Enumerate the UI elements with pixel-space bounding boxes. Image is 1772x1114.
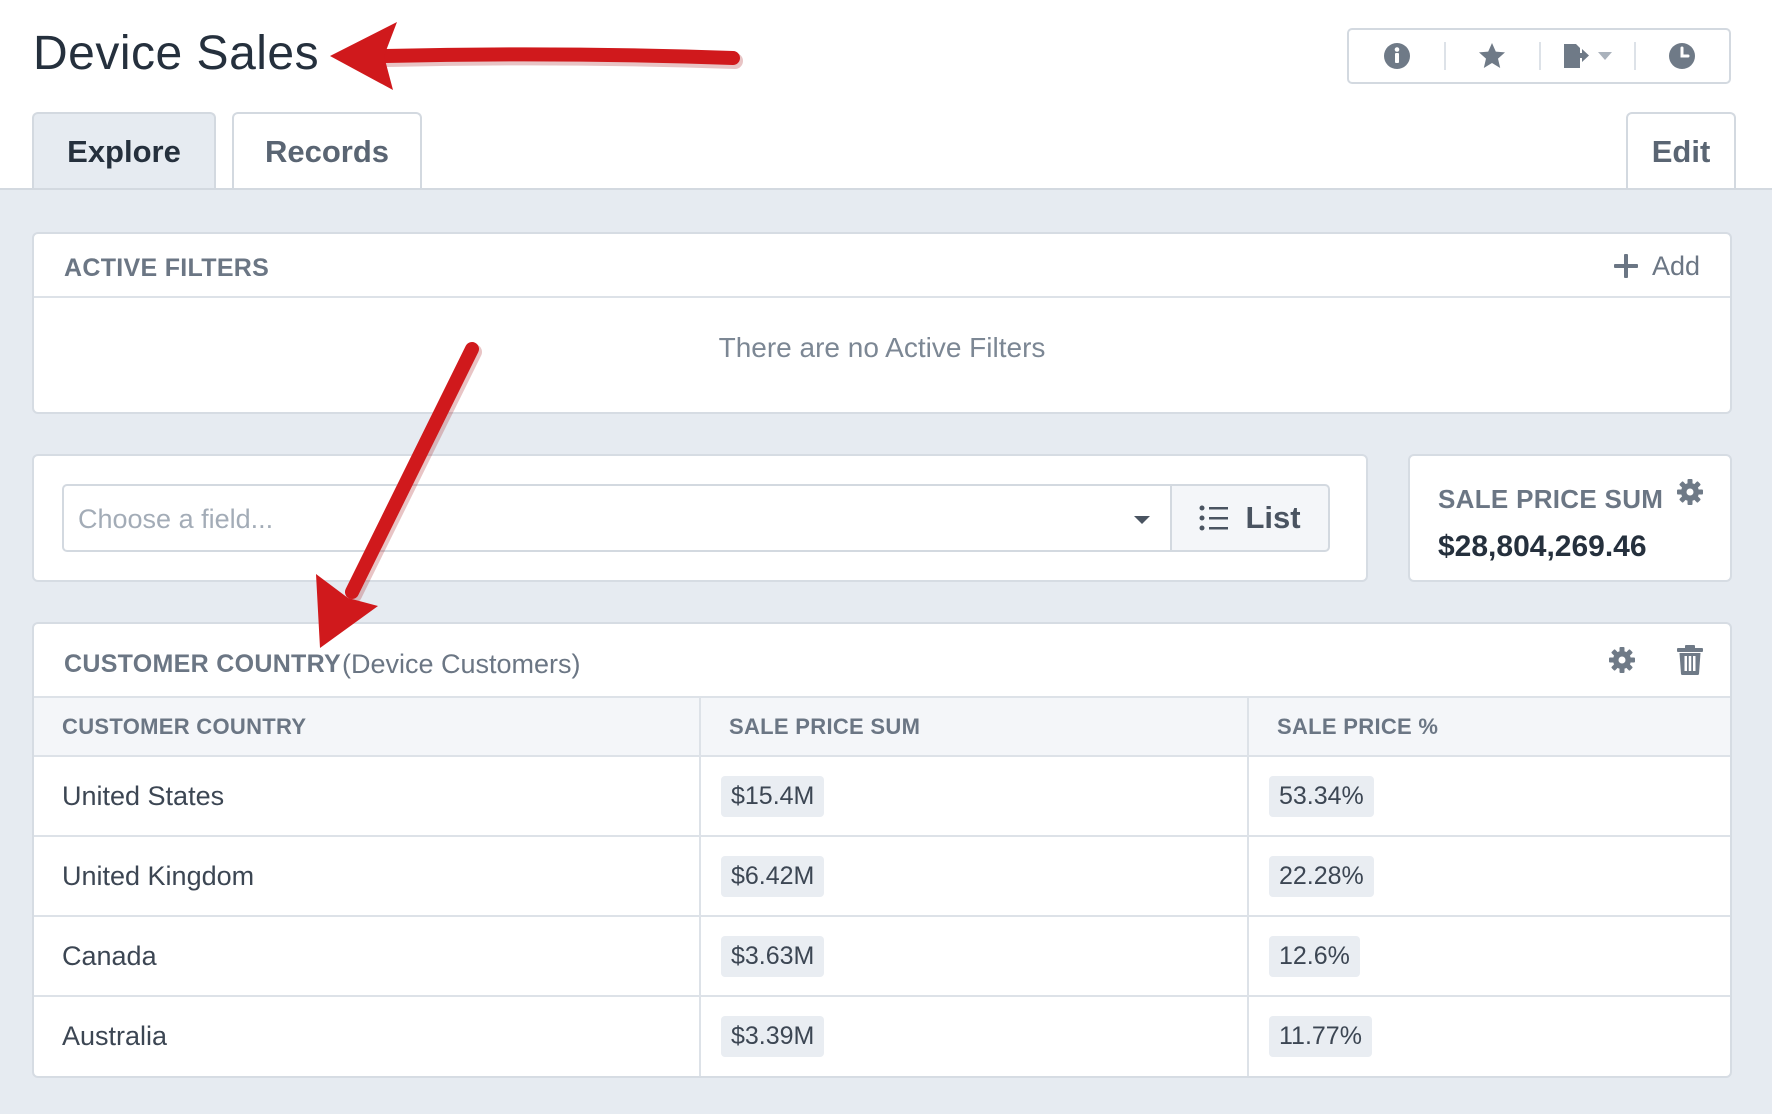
explore-content: ACTIVE FILTERS Add There are no Active F… (0, 188, 1772, 1114)
percent-chip: 22.28% (1269, 855, 1374, 897)
sum-cell: $3.39M (699, 996, 1248, 1076)
toolbar (1347, 28, 1731, 84)
table-row[interactable]: Australia $3.39M 11.77% (34, 996, 1730, 1076)
sum-chip: $3.63M (721, 935, 825, 977)
table-header-row: CUSTOMER COUNTRY SALE PRICE SUM SALE PRI… (34, 698, 1730, 757)
add-filter-button[interactable]: Add (1612, 248, 1700, 284)
sum-cell: $3.63M (699, 916, 1248, 997)
sum-chip: $3.39M (721, 1016, 825, 1057)
plus-icon (1613, 254, 1638, 278)
sale-price-sum-label: SALE PRICE SUM (1438, 484, 1664, 514)
trash-icon[interactable] (1676, 644, 1704, 676)
sum-chip: $6.42M (721, 855, 825, 897)
customer-country-subheading: (Device Customers) (342, 649, 581, 679)
percent-chip: 11.77% (1269, 1016, 1372, 1057)
percent-cell: 53.34% (1247, 756, 1730, 837)
caret-down-icon (1134, 516, 1150, 524)
gear-icon[interactable] (1608, 646, 1636, 674)
page-title: Device Sales (33, 27, 320, 80)
table-row[interactable]: Canada $3.63M 12.6% (34, 916, 1730, 997)
country-cell: United Kingdom (34, 836, 700, 917)
percent-chip: 12.6% (1269, 935, 1360, 977)
percent-chip: 53.34% (1269, 775, 1374, 817)
sum-cell: $6.42M (699, 836, 1248, 917)
list-view-label: List (1245, 500, 1301, 535)
info-circle-icon (1383, 43, 1410, 69)
chevron-down-icon (1597, 52, 1612, 60)
active-filters-heading: ACTIVE FILTERS (64, 254, 270, 282)
country-cell: United States (34, 756, 700, 837)
percent-cell: 12.6% (1247, 916, 1730, 997)
customer-country-table: CUSTOMER COUNTRY SALE PRICE SUM SALE PRI… (34, 698, 1730, 1076)
column-header-country[interactable]: CUSTOMER COUNTRY (34, 698, 700, 757)
export-button[interactable] (1539, 30, 1634, 82)
sum-cell: $15.4M (699, 756, 1248, 837)
sum-chip: $15.4M (721, 775, 825, 817)
table-row[interactable]: United States $15.4M 53.34% (34, 756, 1730, 837)
history-button[interactable] (1634, 30, 1729, 82)
sale-price-sum-value: $28,804,269.46 (1438, 530, 1647, 563)
customer-country-panel: CUSTOMER COUNTRY (Device Customers) CUST… (32, 622, 1732, 1078)
tab-edit[interactable]: Edit (1626, 112, 1736, 190)
page-header: Device Sales Explore Records Edit (0, 0, 1772, 190)
active-filters-panel: ACTIVE FILTERS Add There are no Active F… (32, 232, 1732, 414)
column-header-sum[interactable]: SALE PRICE SUM (699, 698, 1248, 757)
active-filters-header: ACTIVE FILTERS Add (34, 234, 1730, 298)
tab-records[interactable]: Records (232, 112, 422, 190)
country-cell: Australia (62, 1021, 168, 1051)
percent-cell: 22.28% (1247, 836, 1730, 917)
add-filter-label: Add (1651, 250, 1700, 281)
info-button[interactable] (1349, 30, 1444, 82)
star-icon (1478, 43, 1505, 68)
field-picker-panel: Choose a field... List (32, 454, 1368, 582)
customer-country-header: CUSTOMER COUNTRY (Device Customers) (34, 624, 1730, 698)
export-icon (1563, 44, 1589, 68)
table-row[interactable]: United Kingdom $6.42M 22.28% (34, 836, 1730, 917)
tab-explore[interactable]: Explore (32, 112, 216, 190)
field-select[interactable]: Choose a field... (62, 484, 1170, 552)
sale-price-sum-panel: SALE PRICE SUM $28,804,269.46 (1408, 454, 1732, 582)
field-select-placeholder: Choose a field... (78, 504, 274, 534)
list-icon (1199, 505, 1229, 531)
customer-country-heading: CUSTOMER COUNTRY (64, 650, 342, 678)
favorite-button[interactable] (1444, 30, 1539, 82)
percent-cell: 11.77% (1247, 996, 1730, 1076)
country-cell: Canada (34, 916, 700, 997)
clock-icon (1668, 43, 1695, 69)
empty-filters-message: There are no Active Filters (718, 332, 1046, 363)
list-view-button[interactable]: List (1170, 484, 1330, 552)
column-header-percent[interactable]: SALE PRICE % (1247, 698, 1730, 757)
gear-icon[interactable] (1676, 478, 1704, 506)
